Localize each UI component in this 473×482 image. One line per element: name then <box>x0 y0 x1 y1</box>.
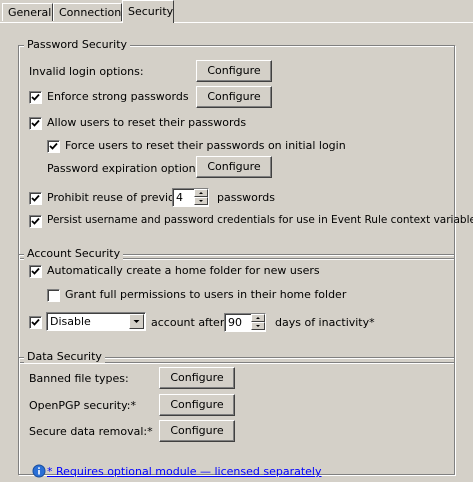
tab-general[interactable]: General <box>2 3 53 21</box>
prohibit-reuse-value: 4 <box>176 191 183 204</box>
spin-up-icon[interactable] <box>251 314 265 322</box>
openpgp-security-label: OpenPGP security:* <box>29 399 136 412</box>
prohibit-reuse-stepper[interactable]: 4 <box>172 188 209 207</box>
persist-credentials-checkbox[interactable] <box>29 215 42 228</box>
configure-strong-passwords-button[interactable]: Configure <box>196 86 272 108</box>
banned-file-types-label: Banned file types: <box>29 372 129 385</box>
prohibit-reuse-label: Prohibit reuse of previous <box>47 191 188 204</box>
days-of-inactivity-label: days of inactivity* <box>275 316 375 329</box>
enforce-strong-label: Enforce strong passwords <box>47 90 189 103</box>
configure-invalid-login-button[interactable]: Configure <box>196 60 272 82</box>
secure-data-removal-label: Secure data removal:* <box>29 425 153 438</box>
inactivity-action-value: Disable <box>50 315 91 328</box>
inactivity-days-stepper[interactable]: 90 <box>224 313 266 332</box>
tab-connections[interactable]: Connections <box>53 3 127 21</box>
optional-module-note-link[interactable]: * Requires optional module — licensed se… <box>47 465 322 478</box>
configure-banned-file-types-button[interactable]: Configure <box>159 367 235 389</box>
tab-security[interactable]: Security <box>122 0 174 23</box>
auto-home-folder-label: Automatically create a home folder for n… <box>47 264 320 277</box>
security-panel: Password Security Invalid login options:… <box>0 22 473 482</box>
prohibit-reuse-checkbox[interactable] <box>29 192 42 205</box>
spin-down-icon[interactable] <box>194 197 208 205</box>
configure-expiration-button[interactable]: Configure <box>196 156 272 178</box>
configure-openpgp-button[interactable]: Configure <box>159 394 235 416</box>
inactivity-days-value: 90 <box>228 316 242 329</box>
group-title: Data Security <box>24 350 105 363</box>
passwords-suffix: passwords <box>217 191 275 204</box>
expiration-label: Password expiration options:* <box>47 162 211 175</box>
enforce-strong-checkbox[interactable] <box>29 91 42 104</box>
force-reset-checkbox[interactable] <box>47 140 60 153</box>
invalid-login-label: Invalid login options: <box>29 65 144 78</box>
allow-reset-checkbox[interactable] <box>29 117 42 130</box>
force-reset-label: Force users to reset their passwords on … <box>65 139 346 152</box>
spin-up-icon[interactable] <box>194 189 208 197</box>
group-title: Password Security <box>24 38 131 51</box>
configure-secure-removal-button[interactable]: Configure <box>159 420 235 442</box>
info-icon <box>32 464 46 478</box>
spin-down-icon[interactable] <box>251 322 265 330</box>
auto-home-folder-checkbox[interactable] <box>29 265 42 278</box>
chevron-down-icon[interactable] <box>129 314 144 329</box>
inactivity-action-select[interactable]: Disable <box>46 312 146 331</box>
grant-full-permissions-label: Grant full permissions to users in their… <box>65 288 347 301</box>
persist-credentials-label: Persist username and password credential… <box>47 214 473 226</box>
allow-reset-label: Allow users to reset their passwords <box>47 116 247 129</box>
grant-full-permissions-checkbox[interactable] <box>47 289 60 302</box>
group-title: Account Security <box>24 247 124 260</box>
inactivity-checkbox[interactable] <box>29 316 42 329</box>
account-after-label: account after <box>151 316 225 329</box>
tab-strip: General Connections Security <box>0 0 473 24</box>
